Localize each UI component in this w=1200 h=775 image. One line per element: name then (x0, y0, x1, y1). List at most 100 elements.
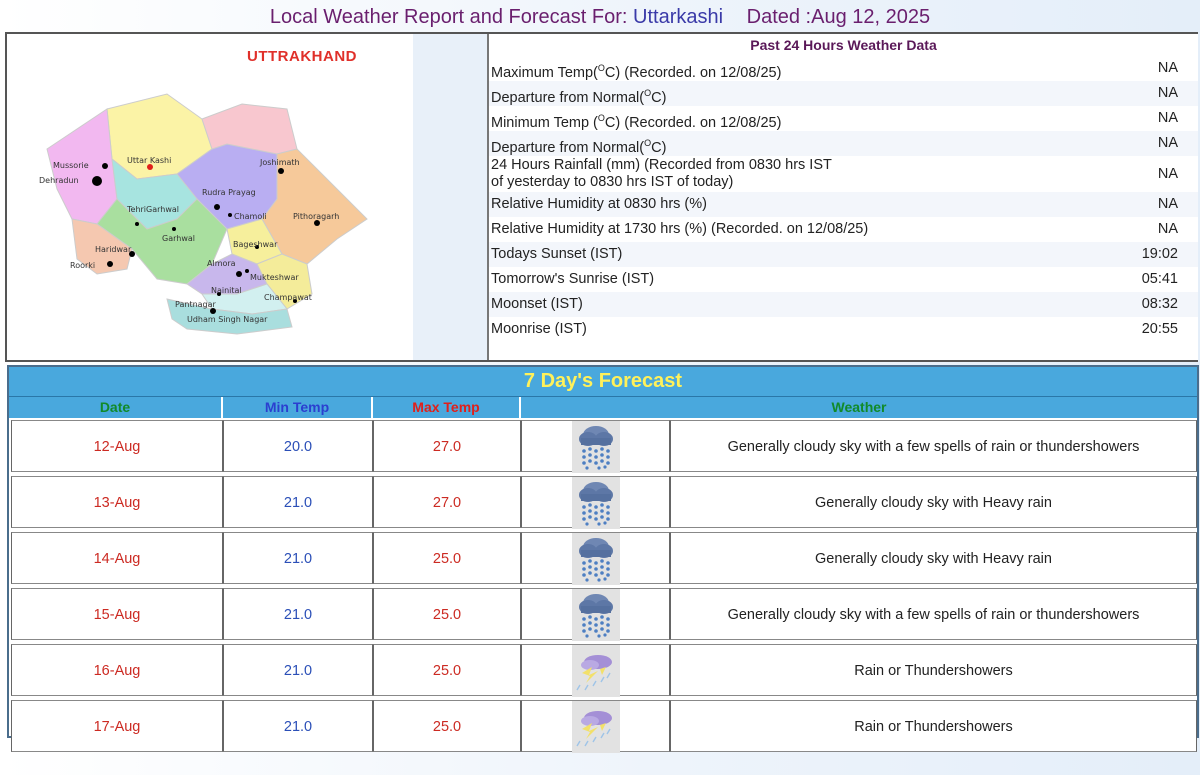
map-panel: UTTRAKHAND Mussorie Dehradun Uttar Kashi… (7, 34, 413, 360)
uttarakhand-map: Mussorie Dehradun Uttar Kashi Joshimath … (39, 93, 368, 335)
forecast-description: Generally cloudy sky with Heavy rain (670, 476, 1197, 528)
map-label-champawat: Champawat (264, 293, 312, 302)
data-row: Minimum Temp (OC) (Recorded. on 12/08/25… (491, 110, 1178, 131)
forecast-max-temp: 25.0 (373, 644, 521, 696)
past-24h-title: Past 24 Hours Weather Data (750, 37, 937, 53)
map-label-pantnagar: Pantnagar (175, 300, 217, 309)
rain-cloud-icon (572, 533, 620, 585)
map-label-rudraprayag: Rudra Prayag (202, 188, 256, 197)
forecast-icon-cell (521, 588, 670, 641)
header-date: Dated :Aug 12, 2025 (746, 6, 931, 28)
forecast-row: 16-Aug 21.0 25.0 Rain or Thundershowers (9, 642, 1197, 698)
forecast-icon-cell (521, 532, 670, 585)
state-title: UTTRAKHAND (247, 48, 357, 65)
data-row: Departure from Normal(OC) NA (489, 131, 1198, 156)
data-value: 05:41 (1141, 271, 1178, 287)
rain-cloud-icon (572, 421, 620, 473)
forecast-title: 7 Day's Forecast (9, 367, 1197, 396)
data-row: 24 Hours Rainfall (mm) (Recorded from 08… (491, 157, 1178, 190)
rain-cloud-icon (572, 589, 620, 641)
map-label-tehri: TehriGarhwal (126, 205, 179, 214)
map-label-haridwar: Haridwar (95, 245, 132, 254)
separator-strip (413, 34, 487, 360)
map-label-chamoli: Chamoli (234, 212, 267, 221)
data-row: Maximum Temp(OC) (Recorded. on 12/08/25)… (491, 60, 1178, 81)
thunder-rain-icon (572, 645, 620, 697)
forecast-row: 13-Aug 21.0 27.0 Generally cloudy sky with … (9, 474, 1197, 530)
header-date: Date (9, 397, 223, 418)
data-row: Todays Sunset (IST) 19:02 (489, 242, 1198, 267)
map-label-joshimath: Joshimath (259, 158, 300, 167)
forecast-max-temp: 27.0 (373, 476, 521, 528)
map-region-joshimath (201, 103, 298, 155)
forecast-min-temp: 20.0 (223, 420, 373, 472)
map-label-mukteshwar: Mukteshwar (250, 273, 299, 282)
map-label-roorki: Roorki (70, 261, 95, 270)
data-row: Tomorrow's Sunrise (IST) 05:41 (491, 271, 1178, 287)
data-value: NA (1157, 221, 1178, 237)
forecast-date: 15-Aug (11, 588, 223, 640)
forecast-date: 12-Aug (11, 420, 223, 472)
top-frame: UTTRAKHAND Mussorie Dehradun Uttar Kashi… (5, 32, 1198, 362)
data-value: 20:55 (1141, 321, 1178, 337)
forecast-max-temp: 25.0 (373, 700, 521, 752)
forecast-description: Generally cloudy sky with a few spells o… (670, 420, 1197, 472)
forecast-date: 16-Aug (11, 644, 223, 696)
header-prefix: Local Weather Report and Forecast For: (269, 6, 628, 28)
forecast-min-temp: 21.0 (223, 700, 373, 752)
forecast-min-temp: 21.0 (223, 644, 373, 696)
data-value: NA (1157, 110, 1178, 126)
data-row: Moonrise (IST) 20:55 (491, 321, 1178, 337)
forecast-date: 14-Aug (11, 532, 223, 584)
map-label-garhwal: Garhwal (162, 234, 195, 243)
data-row: Relative Humidity at 0830 hrs (%) NA (489, 192, 1198, 217)
header-weather: Weather (831, 399, 887, 415)
rain-cloud-icon (572, 477, 620, 529)
forecast-min-temp: 21.0 (223, 532, 373, 584)
forecast-max-temp: 27.0 (373, 420, 521, 472)
forecast-table: 7 Day's Forecast Date Min Temp Max Temp … (7, 365, 1199, 753)
forecast-description: Rain or Thundershowers (670, 644, 1197, 696)
header-city: Uttarkashi (633, 6, 724, 28)
map-label-mussorie: Mussorie (53, 161, 89, 170)
header-max-temp: Max Temp (373, 397, 521, 418)
data-value: NA (1157, 85, 1178, 101)
data-row: Relative Humidity at 1730 hrs (%) (Recor… (491, 221, 1178, 237)
forecast-header-row: Date Min Temp Max Temp Weather (9, 396, 1197, 418)
data-value: NA (1157, 60, 1178, 76)
forecast-min-temp: 21.0 (223, 588, 373, 640)
data-value: 19:02 (1141, 246, 1178, 262)
forecast-row: 17-Aug 21.0 25.0 Rain or Thundershowers (9, 698, 1197, 754)
forecast-date: 13-Aug (11, 476, 223, 528)
thunder-rain-icon (572, 701, 620, 753)
forecast-min-temp: 21.0 (223, 476, 373, 528)
data-row: Departure from Normal(OC) NA (489, 81, 1198, 106)
data-row: Moonset (IST) 08:32 (489, 292, 1198, 317)
forecast-rows: 12-Aug 20.0 27.0 Generally cloudy sky with … (9, 418, 1197, 754)
forecast-icon-cell (521, 700, 670, 753)
header-min-temp: Min Temp (223, 397, 373, 418)
page-header: Local Weather Report and Forecast For: U… (0, 0, 1200, 32)
map-label-almora: Almora (207, 259, 236, 268)
forecast-description: Generally cloudy sky with a few spells o… (670, 588, 1197, 640)
forecast-description: Rain or Thundershowers (670, 700, 1197, 752)
forecast-icon-cell (521, 476, 670, 529)
map-label-uttarkashi: Uttar Kashi (127, 156, 171, 165)
map-label-usnagar: Udham Singh Nagar (187, 315, 268, 324)
data-value: NA (1157, 135, 1178, 151)
forecast-icon-cell (521, 644, 670, 697)
forecast-row: 15-Aug 21.0 25.0 Generally cloudy sky with … (9, 586, 1197, 642)
past-24h-panel: Past 24 Hours Weather Data Maximum Temp(… (487, 34, 1198, 360)
map-label-dehradun: Dehradun (39, 176, 79, 185)
map-label-pithoragarh: Pithoragarh (293, 212, 339, 221)
forecast-date: 17-Aug (11, 700, 223, 752)
map-label-bageshwar: Bageshwar (233, 240, 278, 249)
data-value: NA (1157, 196, 1178, 212)
data-value: NA (1157, 166, 1178, 182)
forecast-row: 12-Aug 20.0 27.0 Generally cloudy sky with … (9, 418, 1197, 474)
map-label-nainital: Nainital (211, 286, 242, 295)
forecast-description: Generally cloudy sky with Heavy rain (670, 532, 1197, 584)
forecast-max-temp: 25.0 (373, 588, 521, 640)
data-value: 08:32 (1141, 296, 1178, 312)
forecast-row: 14-Aug 21.0 25.0 Generally cloudy sky with … (9, 530, 1197, 586)
